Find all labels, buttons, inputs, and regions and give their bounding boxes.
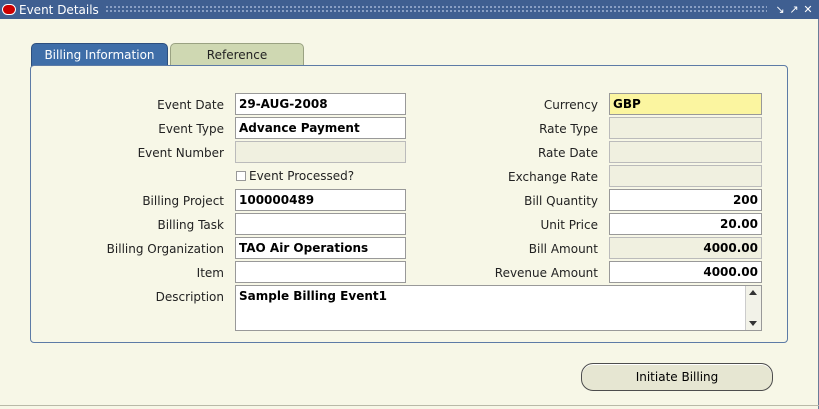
title-bar-pattern (104, 5, 767, 14)
bill-quantity-field[interactable]: 200 (609, 189, 762, 211)
event-number-label: Event Number (137, 146, 224, 160)
item-field[interactable] (235, 261, 406, 283)
exchange-rate-label: Exchange Rate (508, 170, 598, 184)
rate-date-field[interactable] (609, 141, 762, 163)
bill-amount-field[interactable]: 4000.00 (609, 237, 762, 259)
title-bar[interactable]: Event Details ↘ ↗ ✕ (0, 0, 819, 19)
billing-organization-field[interactable]: TAO Air Operations (235, 237, 406, 259)
billing-organization-label: Billing Organization (106, 242, 224, 256)
tab-reference-information[interactable]: Reference Information (170, 43, 304, 85)
minimize-icon[interactable]: ↘ (773, 0, 787, 19)
event-number-field[interactable] (235, 141, 406, 163)
rate-type-label: Rate Type (539, 122, 598, 136)
billing-project-field[interactable]: 100000489 (235, 189, 406, 211)
unit-price-label: Unit Price (540, 218, 598, 232)
tab-billing-information[interactable]: Billing Information (31, 43, 168, 66)
event-date-label: Event Date (157, 98, 224, 112)
rate-date-label: Rate Date (537, 146, 598, 160)
event-processed-checkbox-group[interactable]: Event Processed? (236, 169, 354, 183)
description-scrollbar[interactable] (745, 286, 761, 330)
rate-type-field[interactable] (609, 117, 762, 139)
description-label: Description (155, 290, 224, 304)
billing-project-label: Billing Project (142, 194, 224, 208)
currency-field[interactable]: GBP (609, 93, 762, 115)
bottom-divider (0, 405, 819, 406)
event-type-field[interactable]: Advance Payment (235, 117, 406, 139)
maximize-icon[interactable]: ↗ (787, 0, 801, 19)
bill-quantity-label: Bill Quantity (524, 194, 598, 208)
event-processed-checkbox[interactable] (236, 171, 246, 181)
billing-task-field[interactable] (235, 213, 406, 235)
item-label: Item (196, 266, 224, 280)
description-value: Sample Billing Event1 (239, 289, 387, 303)
bill-amount-label: Bill Amount (528, 242, 598, 256)
event-date-field[interactable]: 29-AUG-2008 (235, 93, 406, 115)
scroll-up-icon[interactable] (749, 290, 757, 295)
initiate-billing-button[interactable]: Initiate Billing (581, 363, 773, 391)
scroll-down-icon[interactable] (749, 321, 757, 326)
revenue-amount-label: Revenue Amount (494, 266, 598, 280)
unit-price-field[interactable]: 20.00 (609, 213, 762, 235)
event-type-label: Event Type (158, 122, 224, 136)
event-processed-label: Event Processed? (249, 169, 355, 183)
event-details-window: Event Details ↘ ↗ ✕ Billing Information … (0, 0, 819, 409)
billing-task-label: Billing Task (157, 218, 224, 232)
description-field[interactable]: Sample Billing Event1 (235, 285, 762, 331)
oracle-logo-icon (2, 4, 16, 15)
currency-label: Currency (543, 98, 598, 112)
window-title: Event Details (19, 2, 99, 17)
close-icon[interactable]: ✕ (801, 0, 815, 19)
revenue-amount-field[interactable]: 4000.00 (609, 261, 762, 283)
exchange-rate-field[interactable] (609, 165, 762, 187)
